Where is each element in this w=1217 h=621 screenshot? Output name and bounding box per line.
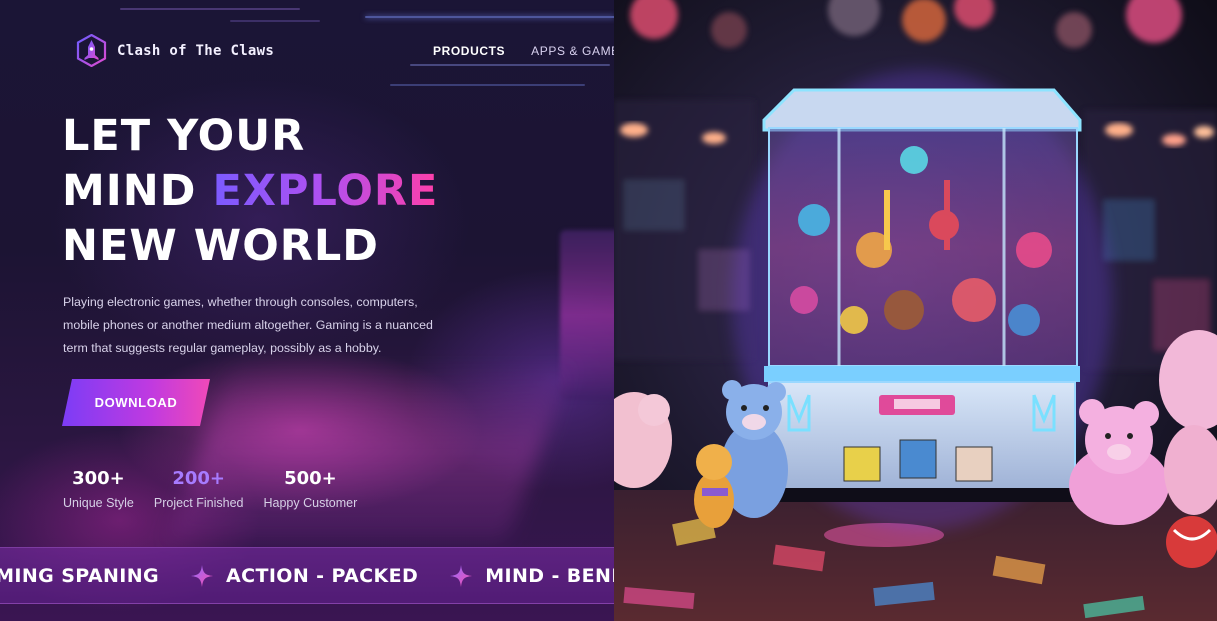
headline-line-3: NEW WORLD xyxy=(62,221,379,271)
stat-unique-style: 300+ Unique Style xyxy=(63,468,134,510)
stat-happy-customer: 500+ Happy Customer xyxy=(264,468,358,510)
floor-reflection xyxy=(167,360,573,540)
neon-light-strip xyxy=(390,84,585,86)
stat-value: 500+ xyxy=(284,468,337,489)
stat-project-finished: 200+ Project Finished xyxy=(154,468,244,510)
download-button[interactable]: DOWNLOAD xyxy=(62,379,210,426)
stat-value: 300+ xyxy=(72,468,125,489)
headline-highlight: EXPLORE xyxy=(212,166,439,216)
stats-row: 300+ Unique Style 200+ Project Finished … xyxy=(63,468,377,510)
arcade-machine-glow xyxy=(560,230,614,400)
brand-logo[interactable]: Clash of The Claws xyxy=(76,34,274,67)
claw-machine-scene xyxy=(614,0,1217,621)
headline-line-2-prefix: MIND xyxy=(62,166,213,216)
brand-name: Clash of The Claws xyxy=(117,42,275,59)
top-nav: PRODUCTS APPS & GAMES xyxy=(433,44,614,58)
stat-label: Project Finished xyxy=(153,496,244,510)
description-line: Playing electronic games, whether throug… xyxy=(63,295,418,309)
hero-description: Playing electronic games, whether throug… xyxy=(63,291,463,360)
sparkle-icon xyxy=(450,565,473,587)
claw-machine-illustration xyxy=(614,0,1217,621)
marquee-track: AMING SPANING ACTION - PACKED MIND - BEN… xyxy=(0,565,614,587)
marquee-banner: AMING SPANING ACTION - PACKED MIND - BEN… xyxy=(0,547,614,604)
neon-light-strip xyxy=(120,8,300,10)
neon-light-strip xyxy=(410,64,610,66)
description-line: term that suggests regular gameplay, pos… xyxy=(63,341,382,355)
hero-headline: LET YOUR MIND EXPLORE NEW WORLD xyxy=(62,109,438,274)
hero-section: Clash of The Claws PRODUCTS APPS & GAMES… xyxy=(0,0,614,621)
stat-label: Happy Customer xyxy=(263,496,358,510)
stat-label: Unique Style xyxy=(63,496,134,510)
headline-line-1: LET YOUR xyxy=(62,111,306,161)
marquee-item: AMING SPANING xyxy=(0,565,160,587)
nav-item-products[interactable]: PRODUCTS xyxy=(433,44,505,58)
stat-value: 200+ xyxy=(172,468,226,489)
nav-item-apps-games[interactable]: APPS & GAMES xyxy=(531,44,614,58)
marquee-item: ACTION - PACKED xyxy=(226,565,419,587)
rocket-emblem-icon xyxy=(76,34,107,67)
neon-light-strip xyxy=(230,20,320,22)
neon-light-strip xyxy=(365,16,614,18)
description-line: mobile phones or another medium altogeth… xyxy=(63,318,433,332)
sparkle-icon xyxy=(191,565,214,587)
marquee-item: MIND - BENDI xyxy=(485,565,614,587)
